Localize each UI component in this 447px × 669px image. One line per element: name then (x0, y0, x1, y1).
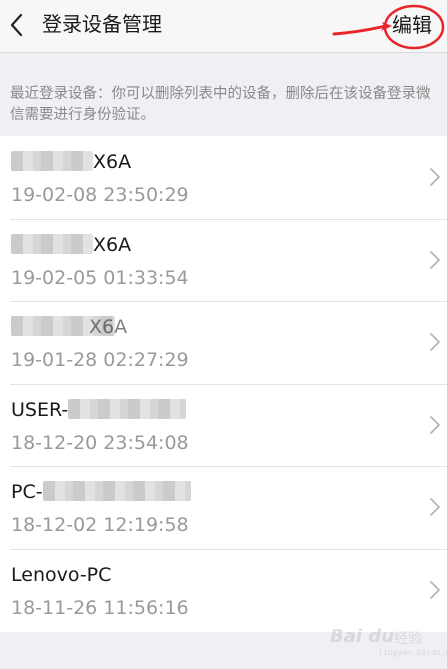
redaction-mosaic (11, 233, 93, 254)
chevron-right-icon (429, 580, 441, 600)
chevron-left-icon (10, 13, 23, 37)
chevron-right-icon (429, 415, 441, 435)
hint-text: 最近登录设备：你可以删除列表中的设备，删除后在该设备登录微信需要进行身份验证。 (10, 86, 431, 123)
nav-bar: 登录设备管理 编辑 (0, 0, 447, 53)
device-time: 18-12-02 12:19:58 (11, 514, 189, 537)
redaction-mosaic (11, 151, 93, 171)
device-item[interactable]: X6A 19-02-08 23:50:29 (0, 136, 447, 219)
watermark-brand: Bai du (330, 626, 395, 647)
chevron-right-icon (429, 250, 441, 270)
page-title: 登录设备管理 (42, 12, 162, 36)
edit-button[interactable]: 编辑 (392, 12, 432, 38)
device-name: PC- (11, 480, 191, 504)
device-time: 18-11-26 11:56:16 (11, 596, 189, 619)
device-time: 19-02-05 01:33:54 (11, 266, 189, 289)
device-name: X6A (11, 150, 131, 174)
device-time: 18-12-20 23:54:08 (11, 431, 189, 454)
device-time: 19-01-28 02:27:29 (11, 349, 189, 372)
device-item[interactable]: USER- 18-12-20 23:54:08 (0, 383, 447, 467)
device-name: X6A (11, 233, 131, 257)
chevron-right-icon (429, 497, 441, 517)
redaction-mosaic (68, 398, 187, 419)
device-item[interactable]: X6A 19-02-05 01:33:54 (0, 218, 447, 302)
watermark-url: jingyan.baidu.com (378, 648, 447, 657)
device-item[interactable]: PC- 18-12-02 12:19:58 (0, 466, 447, 549)
device-name: USER- (11, 398, 187, 422)
redaction-mosaic (42, 481, 191, 502)
back-button[interactable] (4, 8, 32, 42)
chevron-right-icon (429, 332, 441, 352)
device-list: X6A 19-02-08 23:50:29 X6A 19-02-05 01:33… (0, 136, 447, 632)
device-item[interactable]: X6A 19-01-28 02:27:29 (0, 301, 447, 384)
device-name: X6A (11, 315, 127, 339)
watermark-logo: Bai du 经验 jingyan.baidu.com (330, 618, 447, 660)
chevron-right-icon (429, 167, 441, 187)
device-name: Lenovo-PC (11, 563, 112, 586)
watermark-label: 经验 (394, 631, 422, 647)
device-time: 19-02-08 23:50:29 (11, 184, 189, 206)
